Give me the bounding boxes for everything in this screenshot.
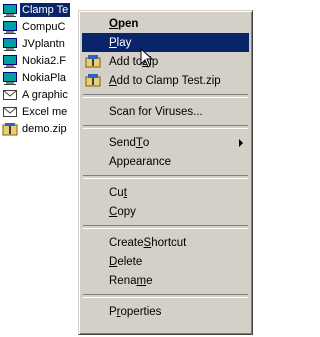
context-menu: Open Play Add to Zip Add to Clamp Test.z… [78, 10, 253, 335]
menu-text: opy [117, 205, 136, 218]
menu-accelerator: A [109, 74, 117, 87]
menu-item-open[interactable]: Open [82, 14, 249, 33]
program-icon [3, 55, 17, 68]
file-item[interactable]: Nokia2.F [2, 53, 68, 69]
menu-separator [83, 294, 248, 298]
menu-accelerator: S [143, 236, 152, 249]
menu-text: e [146, 274, 153, 287]
menu-text: Scan for Viruses... [109, 105, 203, 118]
program-icon [3, 4, 17, 17]
menu-text: pen [117, 17, 139, 30]
file-item[interactable]: JVplantn [2, 36, 67, 52]
menu-item-delete[interactable]: Delete [82, 252, 249, 271]
menu-item-cut[interactable]: Cu t [82, 183, 249, 202]
file-label: Excel me [22, 106, 68, 118]
menu-text: Create [109, 236, 144, 249]
menu-separator [83, 94, 248, 98]
program-icon [3, 72, 17, 85]
menu-item-play[interactable]: Play [82, 33, 249, 52]
file-item[interactable]: A graphic [2, 87, 70, 103]
zip-icon [85, 74, 101, 87]
file-label: demo.zip [22, 123, 67, 135]
file-label: CompuC [22, 21, 66, 33]
mouse-cursor-icon [140, 48, 154, 68]
submenu-arrow-icon [239, 139, 243, 147]
file-item[interactable]: CompuC [2, 19, 67, 35]
menu-item-copy[interactable]: Copy [82, 202, 249, 221]
menu-text: P [109, 305, 117, 318]
menu-accelerator: m [136, 274, 147, 287]
file-item[interactable]: NokiaPla [2, 70, 68, 86]
menu-item-create-shortcut[interactable]: Create Shortcut [82, 233, 249, 252]
menu-accelerator: t [123, 186, 127, 199]
menu-accelerator: C [109, 205, 118, 218]
menu-accelerator: D [109, 255, 118, 268]
file-item[interactable]: Clamp Te [2, 2, 72, 18]
menu-text: elete [117, 255, 143, 268]
menu-text: Cu [109, 186, 124, 199]
program-icon [3, 21, 17, 34]
menu-text: operties [120, 305, 162, 318]
menu-item-scan[interactable]: Scan for Viruses... [82, 102, 249, 121]
menu-text: Add to [109, 55, 143, 68]
file-label: Clamp Te [18, 2, 72, 18]
menu-text: Rena [109, 274, 137, 287]
file-label: Nokia2.F [22, 55, 67, 67]
menu-separator [83, 175, 248, 179]
menu-item-add-to-zip[interactable]: Add to Zip [82, 52, 249, 71]
menu-item-appearance[interactable]: Appearance [82, 152, 249, 171]
menu-item-rename[interactable]: Rena m e [82, 271, 249, 290]
menu-text: Send [109, 136, 136, 149]
program-icon [3, 38, 17, 51]
menu-text: Appearance [109, 155, 172, 168]
file-item[interactable]: demo.zip [2, 121, 69, 137]
menu-text: o [142, 136, 150, 149]
menu-text: dd to Clamp Test.zip [116, 74, 221, 87]
menu-item-add-to-named-zip[interactable]: Add to Clamp Test.zip [82, 71, 249, 90]
file-item[interactable]: Excel me [2, 104, 69, 120]
menu-separator [83, 225, 248, 229]
menu-accelerator: T [135, 136, 143, 149]
menu-separator [83, 125, 248, 129]
menu-accelerator: P [109, 36, 117, 49]
mail-icon [3, 90, 17, 100]
menu-item-properties[interactable]: Pr operties [82, 302, 249, 321]
menu-text: hortcut [151, 236, 187, 249]
menu-item-send-to[interactable]: Send To [82, 133, 249, 152]
mail-icon [3, 107, 17, 117]
file-label: A graphic [22, 89, 68, 101]
menu-accelerator: O [109, 17, 118, 30]
file-label: JVplantn [22, 38, 65, 50]
zip-icon [2, 123, 18, 136]
file-label: NokiaPla [22, 72, 67, 84]
menu-text: lay [116, 36, 132, 49]
zip-icon [85, 55, 101, 68]
